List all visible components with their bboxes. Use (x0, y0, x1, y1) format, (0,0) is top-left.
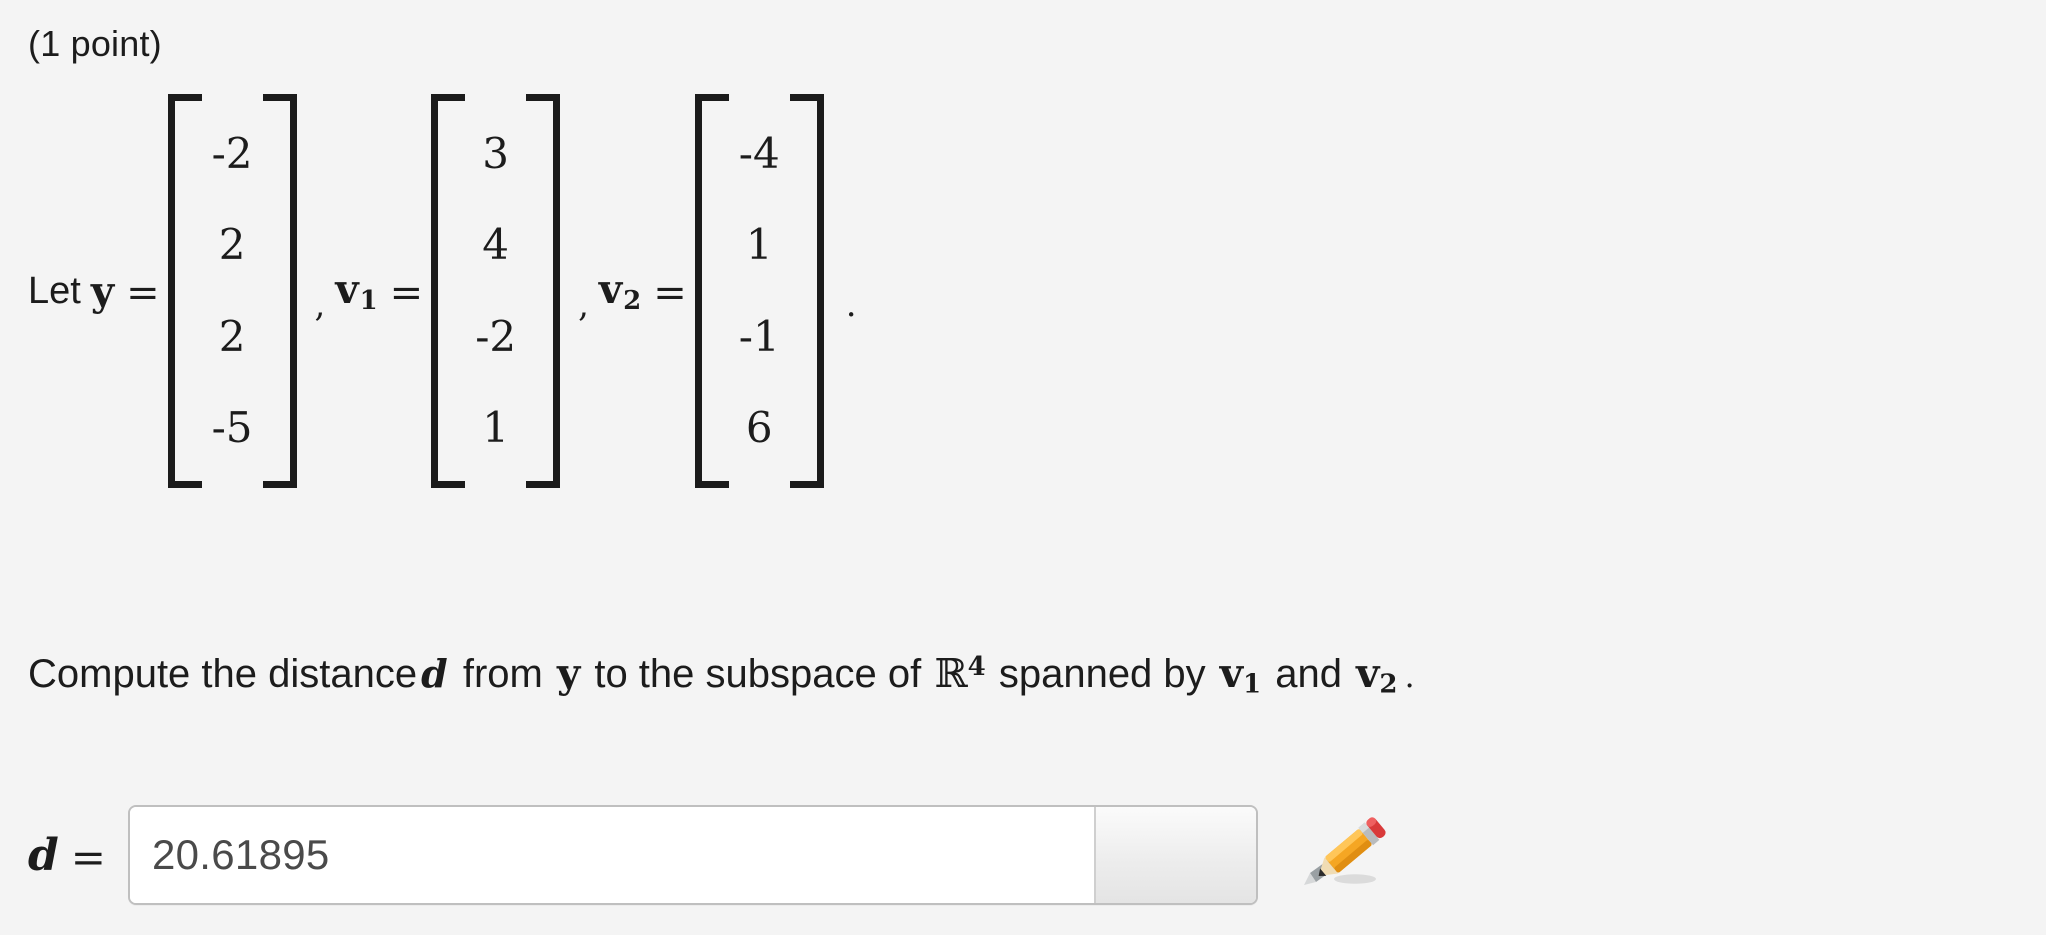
left-bracket-y (167, 94, 202, 488)
sentence-part-3: to the subspace of (594, 651, 922, 696)
vector-y-column: -2 2 2 -5 (202, 94, 263, 488)
vector-v2-subscript: 2 (623, 285, 642, 316)
vector-definitions-row: Let y = -2 2 2 -5 , v1 = 3 4 -2 1 , v2 =… (28, 86, 857, 496)
vector-v1-subscript: 1 (359, 285, 378, 316)
sentence-vector-v2: v2 (1353, 649, 1400, 700)
comma-after-v1: , (578, 285, 589, 325)
answer-label-d: d (28, 829, 59, 881)
equals-sign-v2: = (653, 270, 687, 316)
real-numbers-letter: ℝ (934, 650, 968, 697)
answer-equals-sign: = (70, 832, 106, 882)
sentence-vector-v1-letter: v (1219, 649, 1244, 697)
answer-input-wrapper[interactable]: 20.61895 (127, 805, 1258, 905)
matrix-cell: 1 (482, 403, 510, 453)
sentence-vector-y: y (556, 649, 581, 697)
matrix-cell: -4 (738, 128, 780, 178)
points-label: (1 point) (28, 23, 162, 64)
period-after-v2: . (845, 285, 857, 325)
answer-row: d = 20.61895 (28, 800, 1394, 910)
vector-v1-matrix: 3 4 -2 1 (431, 94, 561, 488)
real-numbers-symbol: ℝ4 (932, 651, 987, 697)
vector-v1-column: 3 4 -2 1 (465, 94, 526, 488)
matrix-cell: -2 (475, 311, 517, 361)
sentence-part-5: and (1275, 651, 1343, 696)
question-sentence: Compute the distance d from y to the subs… (28, 640, 1415, 712)
lead-text: Let (28, 270, 81, 312)
sentence-vector-v1-subscript: 1 (1243, 669, 1262, 700)
matrix-cell: 2 (218, 220, 246, 270)
matrix-cell: 6 (745, 403, 773, 453)
matrix-cell: -5 (211, 403, 253, 453)
vector-y-matrix: -2 2 2 -5 (167, 94, 297, 488)
right-bracket-v1 (526, 94, 561, 488)
matrix-cell: 4 (482, 220, 510, 270)
vector-v2-column: -4 1 -1 6 (729, 94, 790, 488)
distance-variable-d: d (421, 650, 448, 696)
equals-sign-v1: = (389, 270, 424, 316)
sentence-part-4: spanned by (998, 651, 1206, 696)
left-bracket-v1 (431, 94, 466, 488)
sentence-part-1: Compute the distance (28, 651, 418, 696)
comma-after-y: , (314, 285, 326, 325)
matrix-cell: 2 (218, 311, 246, 361)
answer-input-spinner-button[interactable] (1093, 807, 1256, 903)
right-bracket-y (262, 94, 297, 488)
vector-v2-matrix: -4 1 -1 6 (694, 94, 824, 488)
matrix-cell: 1 (745, 220, 773, 270)
vector-y-symbol: y (90, 267, 115, 315)
answer-input[interactable]: 20.61895 (129, 807, 1094, 903)
left-bracket-v2 (694, 94, 729, 488)
vector-v1-letter: v (335, 266, 359, 314)
problem-page: (1 point) Let y = -2 2 2 -5 , v1 = 3 4 -… (0, 0, 2046, 935)
vector-v1-symbol: v1 (335, 266, 377, 316)
matrix-cell: 3 (482, 128, 510, 178)
real-numbers-exponent: 4 (967, 652, 986, 682)
sentence-vector-v1: v1 (1217, 649, 1264, 700)
sentence-vector-v2-subscript: 2 (1379, 669, 1398, 700)
pencil-icon[interactable] (1298, 807, 1394, 903)
sentence-vector-v2-letter: v (1356, 649, 1380, 697)
matrix-cell: -2 (211, 128, 253, 178)
sentence-end-period: . (1404, 656, 1415, 695)
equals-sign-y: = (126, 270, 160, 316)
right-bracket-v2 (789, 94, 824, 488)
vector-v2-letter: v (598, 266, 623, 314)
sentence-part-2: from (462, 651, 543, 696)
matrix-cell: -1 (738, 311, 780, 361)
vector-v2-symbol: v2 (599, 266, 641, 316)
